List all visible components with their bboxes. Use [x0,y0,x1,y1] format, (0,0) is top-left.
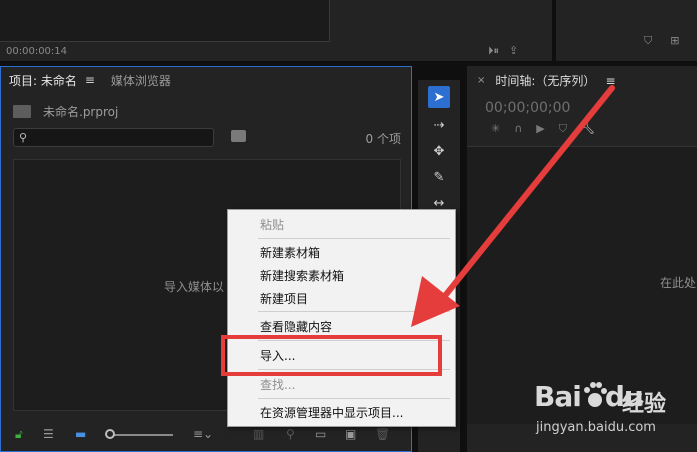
watermark-cn: 经验 [622,392,667,417]
baidu-jingyan-watermark: Bai du 经验 jingyan.baidu.com [534,380,694,450]
watermark-url: jingyan.baidu.com [536,420,656,435]
paw-icon [584,382,607,407]
